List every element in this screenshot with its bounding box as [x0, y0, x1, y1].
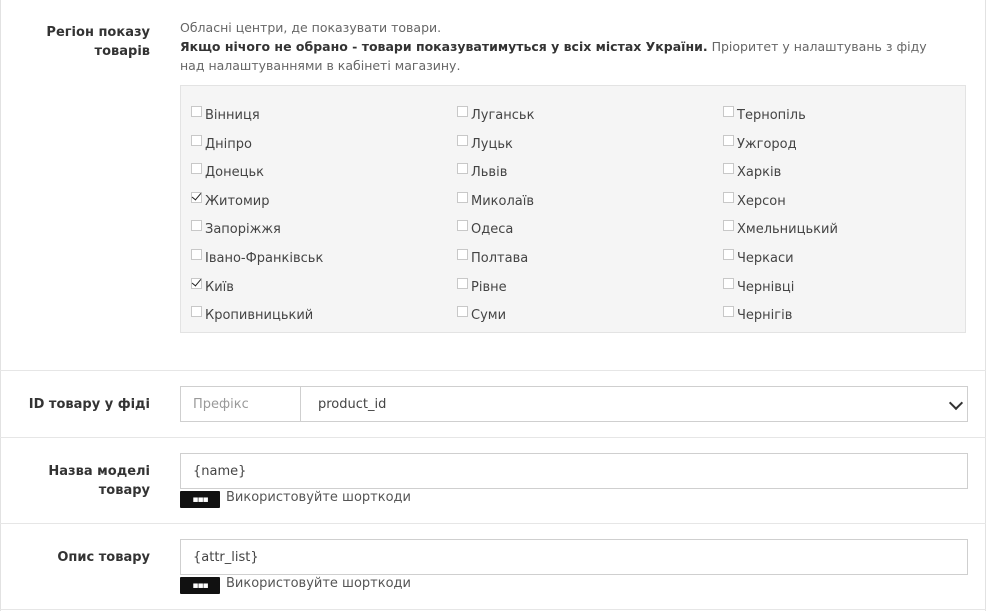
section-divider	[0, 609, 986, 610]
city-checkbox-item[interactable]: Рівне	[457, 277, 507, 297]
city-checkbox-item[interactable]: Полтава	[457, 248, 528, 268]
city-checkbox-item[interactable]: Житомир	[191, 191, 270, 211]
city-label: Рівне	[471, 279, 507, 295]
city-label: Одеса	[471, 221, 514, 237]
checkbox[interactable]	[723, 277, 734, 289]
city-label: Черкаси	[737, 250, 794, 266]
city-label: Луганськ	[471, 107, 535, 123]
city-checkbox-item[interactable]: Тернопіль	[723, 105, 806, 125]
product-id-select[interactable]: product_id	[300, 386, 968, 422]
checkbox[interactable]	[457, 191, 468, 203]
city-checkbox-item[interactable]: Миколаїв	[457, 191, 534, 211]
checkbox[interactable]	[457, 219, 468, 231]
checkbox[interactable]	[457, 134, 468, 146]
description-label: Опис товару	[57, 550, 150, 565]
checkbox[interactable]	[191, 134, 202, 146]
description-input[interactable]: {attr_list}	[180, 539, 968, 575]
checkbox[interactable]	[723, 191, 734, 203]
city-checkbox-item[interactable]: Чернівці	[723, 277, 794, 297]
checkbox[interactable]	[723, 162, 734, 174]
checkbox[interactable]	[191, 305, 202, 317]
city-checkbox-item[interactable]: Луцьк	[457, 134, 513, 154]
checkbox[interactable]	[191, 277, 202, 289]
city-checkbox-item[interactable]: Запоріжжя	[191, 219, 281, 239]
more-dots-icon: ▪▪▪	[192, 494, 208, 505]
checkbox[interactable]	[191, 162, 202, 174]
checkbox[interactable]	[723, 248, 734, 260]
shortcodes-hint: Використовуйте шорткоди	[226, 490, 411, 505]
city-checkbox-item[interactable]: Черкаси	[723, 248, 794, 268]
more-dots-icon: ▪▪▪	[192, 580, 208, 591]
checkbox[interactable]	[457, 162, 468, 174]
city-label: Дніпро	[205, 136, 252, 152]
checkbox[interactable]	[723, 219, 734, 231]
city-label: Донецьк	[205, 164, 264, 180]
checkbox[interactable]	[457, 105, 468, 117]
city-label: Тернопіль	[737, 107, 806, 123]
region-desc-bold: Якщо нічого не обрано - товари показуват…	[180, 39, 708, 54]
city-checkbox-item[interactable]: Хмельницький	[723, 219, 838, 239]
city-label: Чернігів	[737, 307, 793, 323]
shortcodes-button[interactable]: ▪▪▪	[180, 577, 220, 594]
city-checkbox-item[interactable]: Дніпро	[191, 134, 252, 154]
city-label: Полтава	[471, 250, 529, 266]
city-checkbox-item[interactable]: Івано-Франківськ	[191, 248, 323, 268]
city-checkbox-item[interactable]: Харків	[723, 162, 781, 182]
city-checkbox-item[interactable]: Чернігів	[723, 305, 792, 325]
checkbox[interactable]	[457, 248, 468, 260]
product-id-label: ID товару у фіді	[28, 397, 150, 412]
city-label: Миколаїв	[471, 193, 535, 209]
city-checkbox-item[interactable]: Донецьк	[191, 162, 264, 182]
city-label: Львів	[471, 164, 508, 180]
checkbox[interactable]	[191, 219, 202, 231]
city-label: Хмельницький	[737, 221, 838, 237]
section-divider	[0, 437, 986, 438]
checkbox[interactable]	[191, 105, 202, 117]
section-divider	[0, 523, 986, 524]
city-checkbox-item[interactable]: Одеса	[457, 219, 513, 239]
city-label: Кропивницький	[205, 307, 314, 323]
city-checkbox-item[interactable]: Львів	[457, 162, 507, 182]
city-label: Житомир	[205, 193, 270, 209]
prefix-placeholder: Префікс	[193, 396, 249, 412]
city-label: Чернівці	[737, 279, 795, 295]
city-label: Харків	[737, 164, 782, 180]
city-checkbox-item[interactable]: Ужгород	[723, 134, 797, 154]
city-checkbox-item[interactable]: Кропивницький	[191, 305, 313, 325]
cities-checkbox-group: Вінниця Дніпро Донецьк Житомир Запоріжжя Іван…	[180, 85, 966, 333]
city-label: Ужгород	[737, 136, 797, 152]
region-label: Регіон показу товарів	[46, 25, 150, 59]
city-checkbox-item[interactable]: Херсон	[723, 191, 786, 211]
model-name-label: Назва моделі товару	[48, 464, 150, 498]
chevron-down-icon	[948, 395, 964, 411]
region-desc-line1: Обласні центри, де показувати товари.	[180, 20, 442, 35]
city-label: Івано-Франківськ	[205, 250, 324, 266]
checkbox[interactable]	[191, 248, 202, 260]
shortcodes-button[interactable]: ▪▪▪	[180, 491, 220, 508]
checkbox[interactable]	[457, 277, 468, 289]
model-name-value: {name}	[193, 463, 247, 479]
checkbox[interactable]	[723, 134, 734, 146]
city-checkbox-item[interactable]: Луганськ	[457, 105, 534, 125]
city-label: Луцьк	[471, 136, 513, 152]
prefix-input[interactable]: Префікс	[180, 386, 301, 422]
product-id-select-value: product_id	[318, 396, 387, 412]
model-name-input[interactable]: {name}	[180, 453, 968, 489]
city-label: Суми	[471, 307, 507, 323]
description-value: {attr_list}	[193, 549, 259, 565]
checkbox[interactable]	[723, 305, 734, 317]
city-checkbox-item[interactable]: Вінниця	[191, 105, 260, 125]
city-label: Запоріжжя	[205, 221, 281, 237]
city-label: Херсон	[737, 193, 786, 209]
city-label: Київ	[205, 279, 234, 295]
checkbox[interactable]	[723, 105, 734, 117]
city-checkbox-item[interactable]: Київ	[191, 277, 234, 297]
city-checkbox-item[interactable]: Суми	[457, 305, 506, 325]
shortcodes-hint: Використовуйте шорткоди	[226, 576, 411, 591]
checkbox[interactable]	[191, 191, 202, 203]
section-divider	[0, 370, 986, 371]
checkbox[interactable]	[457, 305, 468, 317]
region-description: Обласні центри, де показувати товари. Як…	[180, 18, 940, 75]
city-label: Вінниця	[205, 107, 260, 123]
